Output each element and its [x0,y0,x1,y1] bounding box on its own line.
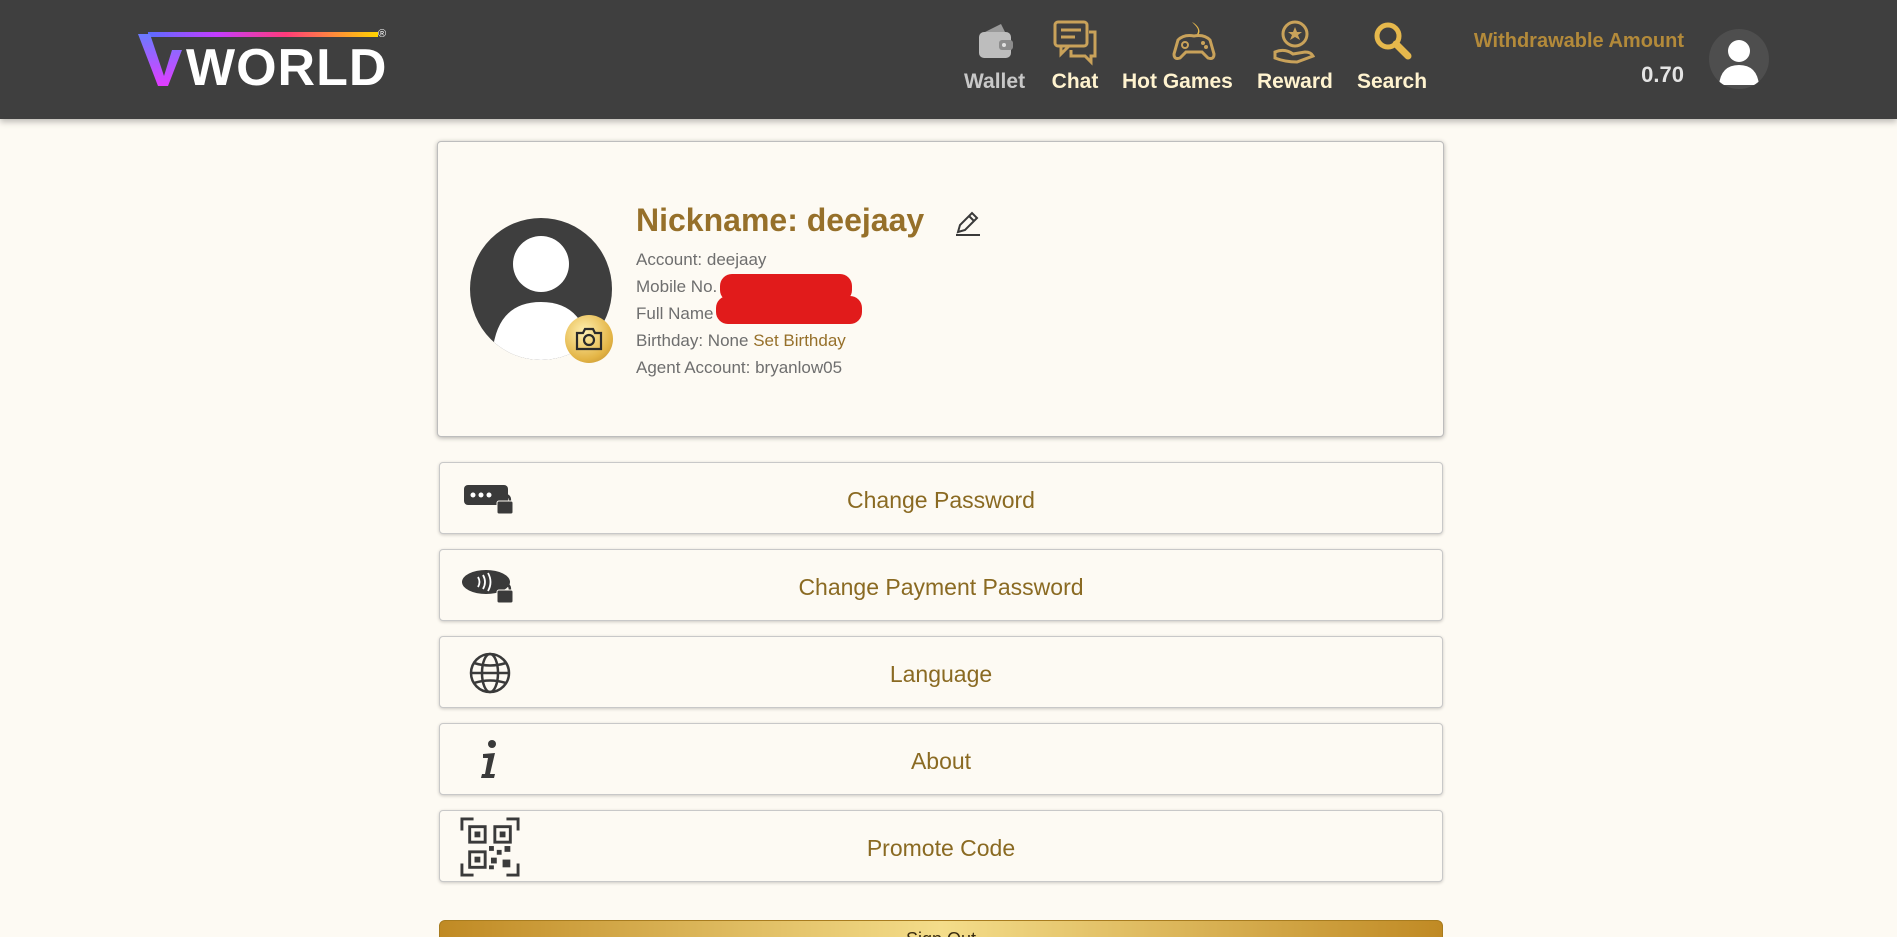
nickname-title: Nickname: deejaay [636,202,925,238]
language-label: Language [889,661,993,687]
sign-out-button[interactable]: Sign Out [439,920,1443,937]
edit-nickname-icon[interactable] [952,208,982,238]
search-icon [1374,22,1412,60]
logo-text: WORLD [186,39,388,97]
registered-mark: ® [378,28,387,40]
fullname-label: Full Name [636,304,714,323]
sign-out-label: Sign Out [440,929,1442,937]
language-button[interactable]: Language [439,636,1443,708]
profile-card: Nickname: deejaay Account: deejaay Mobil… [437,141,1444,437]
change-password-label: Change Password [847,487,1035,513]
promote-code-button[interactable]: Promote Code [439,810,1443,882]
nav-hot-games[interactable]: Hot Games [1122,18,1233,98]
nav-reward-label: Reward [1257,70,1333,93]
nav-wallet-label: Wallet [964,70,1026,93]
nav-search-label: Search [1357,70,1428,93]
reward-icon [1273,20,1316,64]
promote-code-label: Promote Code [866,835,1016,861]
nav-search[interactable]: Search [1357,18,1427,98]
camera-icon [575,327,603,351]
agent-account-text: Agent Account: bryanlow05 [636,358,843,377]
change-avatar-button[interactable] [565,315,613,363]
user-avatar-button[interactable] [1709,29,1769,89]
nav-chat-label: Chat [1051,70,1099,93]
birthday-line: Birthday: None Set Birthday [636,331,846,351]
about-button[interactable]: About [439,723,1443,795]
change-password-button[interactable]: Change Password [439,462,1443,534]
nav-wallet[interactable]: Wallet [964,18,1025,98]
birthday-text: Birthday: None [636,331,749,350]
change-payment-password-label: Change Payment Password [798,574,1084,600]
set-birthday-link[interactable]: Set Birthday [753,331,846,350]
withdrawable-amount-value: 0.70 [1641,62,1684,87]
chat-icon [1053,20,1097,66]
top-navigation-bar: WORLD ® Wallet Chat Hot Games Reward Sea… [0,0,1897,119]
user-icon [1719,40,1759,85]
redacted-fullname [716,296,862,324]
nav-reward[interactable]: Reward [1257,18,1333,98]
nav-hot-games-label: Hot Games [1122,70,1233,93]
vworld-logo[interactable]: WORLD ® [136,26,396,97]
nav-chat[interactable]: Chat [1051,18,1099,98]
gamepad-icon [1172,22,1216,60]
change-payment-password-button[interactable]: Change Payment Password [439,549,1443,621]
mobile-label: Mobile No. [636,277,718,296]
about-label: About [910,748,972,774]
account-text: Account: deejaay [636,250,767,269]
withdrawable-amount-label: Withdrawable Amount [1473,30,1684,52]
wallet-icon [978,24,1013,58]
